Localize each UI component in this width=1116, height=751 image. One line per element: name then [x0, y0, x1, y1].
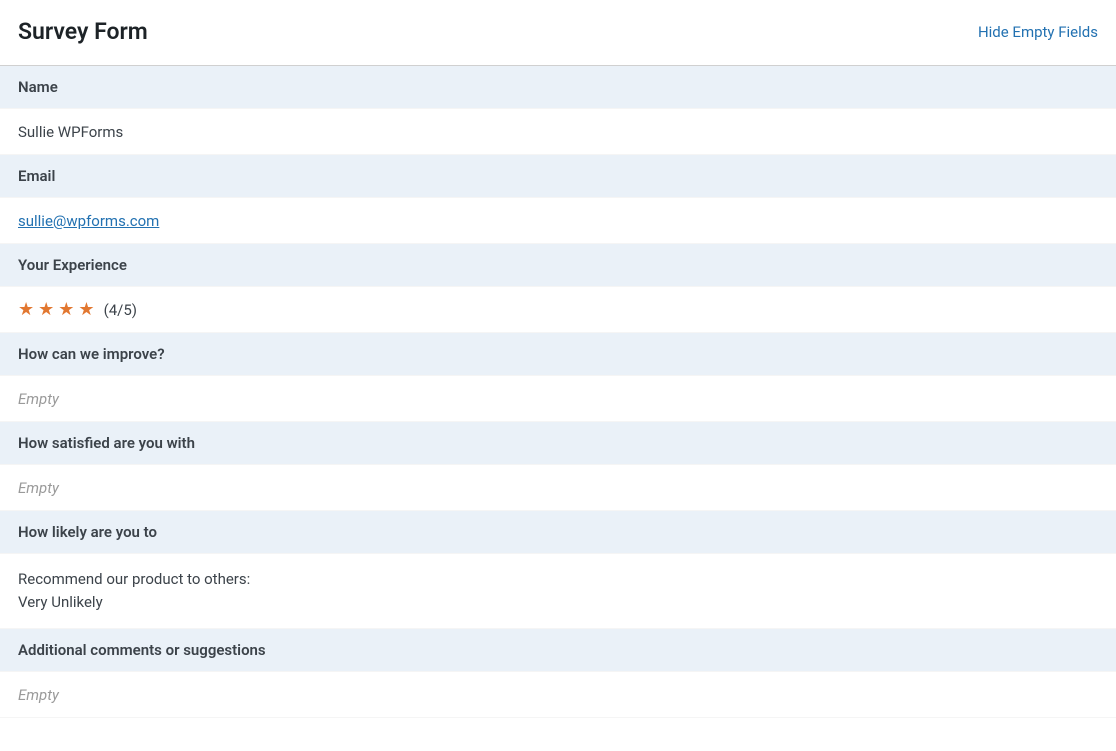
field-label-name: Name — [0, 66, 1116, 109]
field-label-experience: Your Experience — [0, 244, 1116, 287]
field-label-likely: How likely are you to — [0, 511, 1116, 554]
email-link[interactable]: sullie@wpforms.com — [18, 212, 159, 230]
field-value-email: sullie@wpforms.com — [0, 198, 1116, 244]
field-value-name: Sullie WPForms — [0, 109, 1116, 155]
field-label-additional: Additional comments or suggestions — [0, 629, 1116, 672]
rating-text: (4/5) — [104, 301, 137, 319]
field-value-experience: ★ ★ ★ ★ (4/5) — [0, 287, 1116, 333]
entry-header: Survey Form Hide Empty Fields — [0, 0, 1116, 66]
page-title: Survey Form — [18, 18, 148, 45]
rating-stars: ★ ★ ★ ★ (4/5) — [18, 301, 1098, 319]
field-value-improve: Empty — [0, 376, 1116, 422]
field-value-additional: Empty — [0, 672, 1116, 718]
hide-empty-fields-link[interactable]: Hide Empty Fields — [978, 23, 1098, 41]
star-icon: ★ — [18, 301, 34, 319]
field-value-satisfied: Empty — [0, 465, 1116, 511]
field-label-email: Email — [0, 155, 1116, 198]
star-icon: ★ — [38, 301, 54, 319]
field-label-improve: How can we improve? — [0, 333, 1116, 376]
star-icon: ★ — [78, 301, 94, 319]
star-icon: ★ — [58, 301, 74, 319]
field-label-satisfied: How satisfied are you with — [0, 422, 1116, 465]
field-value-likely: Recommend our product to others: Very Un… — [0, 554, 1116, 629]
